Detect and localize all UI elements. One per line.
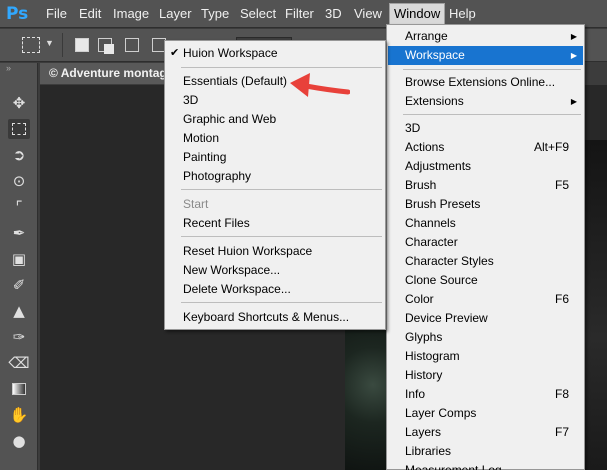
menu-window[interactable]: Window: [389, 3, 446, 25]
menu-item-photography[interactable]: Photography: [166, 167, 384, 186]
menu-item-new-workspace[interactable]: New Workspace...: [166, 261, 384, 280]
smudge-tool-icon[interactable]: ✋: [8, 405, 30, 425]
menu-item-workspace[interactable]: Workspace ▶: [388, 46, 583, 65]
menu-item-arrange[interactable]: Arrange ▶: [388, 27, 583, 46]
shortcut-label: F8: [554, 387, 569, 401]
menu-item-clone-source[interactable]: Clone Source: [388, 271, 583, 290]
menu-separator: [181, 236, 382, 237]
menu-item-keyboard-shortcuts[interactable]: Keyboard Shortcuts & Menus...: [166, 308, 384, 327]
menu-item-3d[interactable]: 3D: [388, 119, 583, 138]
menu-item-label: Brush: [405, 178, 437, 192]
menu-separator: [403, 114, 581, 115]
menu-item-libraries[interactable]: Libraries: [388, 442, 583, 461]
annotation-arrow-icon: [290, 73, 350, 97]
menu-item-delete-workspace[interactable]: Delete Workspace...: [166, 280, 384, 299]
menu-type[interactable]: Type: [197, 0, 233, 28]
menu-filter[interactable]: Filter: [281, 0, 318, 28]
menu-item-character[interactable]: Character: [388, 233, 583, 252]
menu-item-label: Huion Workspace: [183, 46, 278, 60]
canvas-artwork-edge: [585, 140, 607, 470]
lasso-tool-icon[interactable]: ➲: [8, 145, 30, 165]
menu-item-label: Layers: [405, 425, 442, 439]
spot-healing-tool-icon[interactable]: ▣: [8, 249, 30, 269]
menu-separator: [181, 189, 382, 190]
menu-separator: [403, 69, 581, 70]
menu-item-brush-presets[interactable]: Brush Presets: [388, 195, 583, 214]
menu-item-label: Workspace: [405, 48, 465, 62]
menu-item-histogram[interactable]: Histogram: [388, 347, 583, 366]
submenu-arrow-icon: ▶: [570, 51, 577, 60]
menu-layer[interactable]: Layer: [155, 0, 196, 28]
submenu-arrow-icon: ▶: [570, 32, 577, 41]
menu-item-layers[interactable]: Layers F7: [388, 423, 583, 442]
menu-separator: [181, 302, 382, 303]
crop-tool-icon[interactable]: ⌜: [8, 197, 30, 217]
menu-item-start: Start: [183, 197, 209, 211]
eyedropper-tool-icon[interactable]: ✒: [8, 223, 30, 243]
subtract-from-selection-icon[interactable]: [125, 38, 139, 52]
menu-item-browse-extensions[interactable]: Browse Extensions Online...: [388, 73, 583, 92]
menu-edit[interactable]: Edit: [75, 0, 105, 28]
menu-item-channels[interactable]: Channels: [388, 214, 583, 233]
marquee-preset-icon[interactable]: [22, 37, 40, 53]
menu-view[interactable]: View: [350, 0, 386, 28]
menu-3d[interactable]: 3D: [321, 0, 346, 28]
menu-select[interactable]: Select: [236, 0, 280, 28]
shortcut-label: Alt+F9: [533, 140, 569, 154]
clone-stamp-tool-icon[interactable]: ▲: [8, 301, 30, 321]
divider: [62, 33, 63, 57]
menu-item-device-preview[interactable]: Device Preview: [388, 309, 583, 328]
submenu-arrow-icon: ▶: [570, 97, 577, 106]
menu-item-reset-workspace[interactable]: Reset Huion Workspace: [166, 242, 384, 261]
menu-item-huion-workspace[interactable]: ✔ Huion Workspace: [166, 44, 384, 63]
menu-item-glyphs[interactable]: Glyphs: [388, 328, 583, 347]
move-tool-icon[interactable]: ✥: [8, 93, 30, 113]
history-brush-tool-icon[interactable]: ✑: [8, 327, 30, 347]
menu-item-label: Actions: [405, 140, 445, 154]
menu-item-actions[interactable]: Actions Alt+F9: [388, 138, 583, 157]
menu-item-color[interactable]: Color F6: [388, 290, 583, 309]
menu-item-recent-files[interactable]: Recent Files: [166, 214, 384, 233]
shortcut-label: F7: [554, 425, 569, 439]
menu-image[interactable]: Image: [109, 0, 153, 28]
shortcut-label: F5: [554, 178, 569, 192]
menu-item-label: Color: [405, 292, 434, 306]
menu-item-info[interactable]: Info F8: [388, 385, 583, 404]
menu-item-character-styles[interactable]: Character Styles: [388, 252, 583, 271]
tools-panel: » ✥ ➲ ⊙ ⌜ ✒ ▣ ✐ ▲ ✑ ⌫ ✋ ●: [0, 63, 38, 470]
add-to-selection-icon-fill: [104, 44, 114, 54]
menu-item-essentials[interactable]: Essentials (Default): [166, 72, 384, 91]
shortcut-label: F6: [554, 292, 569, 306]
new-selection-icon[interactable]: [75, 38, 89, 52]
checkmark-icon: ✔: [170, 47, 180, 59]
rectangular-marquee-tool-icon[interactable]: [8, 119, 30, 139]
menu-item-painting[interactable]: Painting: [166, 148, 384, 167]
menu-item-label: Extensions: [405, 94, 464, 108]
quick-selection-tool-icon[interactable]: ⊙: [8, 171, 30, 191]
chevron-down-icon[interactable]: ▼: [45, 38, 54, 48]
eraser-tool-icon[interactable]: ⌫: [8, 353, 30, 373]
menu-item-graphic-and-web[interactable]: Graphic and Web: [166, 110, 384, 129]
brush-tool-icon[interactable]: ✐: [8, 275, 30, 295]
menu-separator: [181, 67, 382, 68]
window-menu: Arrange ▶ Workspace ▶ Browse Extensions …: [386, 24, 585, 470]
photoshop-logo: Ps: [6, 4, 29, 24]
document-tab[interactable]: © Adventure montage: [40, 63, 170, 84]
menu-item-adjustments[interactable]: Adjustments: [388, 157, 583, 176]
menu-item-layer-comps[interactable]: Layer Comps: [388, 404, 583, 423]
dodge-tool-icon[interactable]: ●: [8, 431, 30, 451]
workspace-submenu: ✔ Huion Workspace Essentials (Default) 3…: [164, 40, 386, 330]
menu-item-history[interactable]: History: [388, 366, 583, 385]
menu-item-extensions[interactable]: Extensions ▶: [388, 92, 583, 111]
panel-grip-icon[interactable]: »: [6, 63, 11, 73]
menu-file[interactable]: File: [42, 0, 71, 28]
gradient-tool-icon[interactable]: [8, 379, 30, 399]
menu-item-label: Arrange: [405, 29, 448, 43]
menu-item-3d-workspace[interactable]: 3D: [166, 91, 384, 110]
menu-item-measurement-log[interactable]: Measurement Log: [388, 461, 583, 470]
menu-item-motion[interactable]: Motion: [166, 129, 384, 148]
menu-item-label: Info: [405, 387, 426, 401]
menu-item-brush[interactable]: Brush F5: [388, 176, 583, 195]
